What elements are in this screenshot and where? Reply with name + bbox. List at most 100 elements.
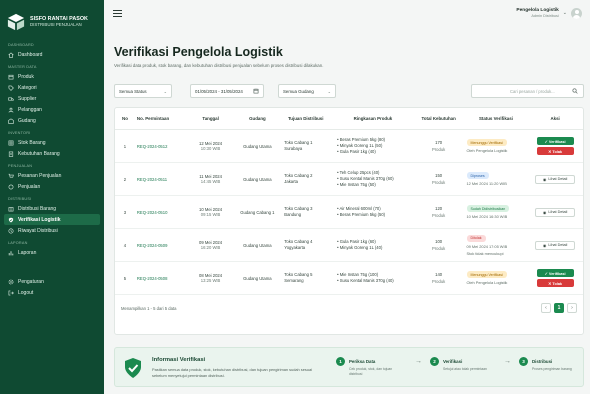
destination-city: Bandung — [284, 212, 302, 217]
warehouse-name: Gudang Utama — [243, 275, 272, 281]
destination-city: Jakarta — [284, 179, 299, 184]
product-summary: • Teh Celup 25pcs (40) • Susu Kental Mani… — [333, 170, 413, 189]
verify-button[interactable]: ✓ Verifikasi — [536, 269, 574, 277]
table-row: 2 REQ-2024-0511 11 Mei 2024 14:45 WIB Gudang… — [115, 163, 583, 196]
sidebar-item-sales[interactable]: Penjualan — [0, 181, 104, 192]
request-date: 10 Mei 2024 09:15 WIB — [185, 207, 237, 217]
status-note: Oleh Pengelola Logistik — [466, 280, 508, 285]
sidebar-item-needs[interactable]: Kebutuhan Barang — [0, 148, 104, 159]
sidebar-item-stock[interactable]: Stok Barang — [0, 137, 104, 148]
eye-icon: ◉ — [542, 242, 547, 248]
request-date: 09 Mei 2024 16:20 WIB — [185, 240, 237, 250]
total-need: 170 Produk — [413, 140, 465, 151]
section-sales: PENJUALAN — [8, 164, 33, 168]
sidebar-item-orders[interactable]: Pesanan Penjualan — [0, 170, 104, 181]
verify-button-label: ✓ Verifikasi — [544, 139, 566, 144]
product-summary: • Gula Pasir 1kg (60) • Minyak Goreng 1L … — [333, 239, 413, 252]
section-report: LAPORAN — [8, 241, 28, 245]
request-number-link[interactable]: REQ-2024-0510 — [135, 210, 185, 215]
request-number-link[interactable]: REQ-2024-0509 — [135, 243, 185, 248]
row-number: 3 — [123, 209, 127, 215]
verification-table: No No. Permintaan Tanggal Gudang Tujuan … — [114, 107, 584, 335]
hamburger-menu-icon[interactable] — [113, 9, 122, 17]
date-range-picker[interactable]: 01/05/2024 - 31/05/2024 — [190, 84, 264, 98]
sidebar-item-label: Pengaturan — [18, 278, 44, 285]
sidebar-item-dist-goods[interactable]: Distribusi Barang — [0, 203, 104, 214]
col-total: Total Kebutuhan — [421, 116, 456, 121]
verification-status: Menunggu Verifikasi Oleh Pengelola Logist… — [465, 271, 528, 285]
total-need: 120 Produk — [413, 206, 465, 217]
sidebar-item-settings[interactable]: Pengaturan — [0, 276, 104, 287]
sidebar-item-label: Kategori — [18, 84, 37, 91]
step-title: Periksa Data — [349, 359, 376, 364]
view-detail-button[interactable]: ◉ Lihat Detail — [535, 207, 576, 217]
verify-button[interactable]: ✓ Verifikasi — [536, 137, 574, 145]
status-filter[interactable]: Semua Status ⌄ — [114, 84, 172, 98]
sidebar-item-label: Pelanggan — [18, 106, 42, 113]
status-note: Oleh Pengelola Logistik — [466, 148, 508, 153]
warehouse-name: Gudang Utama — [243, 143, 272, 149]
calendar-icon — [253, 88, 259, 94]
sidebar-item-report[interactable]: Laporan — [0, 247, 104, 258]
step-number: 3 — [519, 357, 528, 366]
row-actions: ◉ Lihat Detail — [527, 207, 583, 217]
reject-button-label: ✕ Tolak — [548, 281, 563, 286]
sidebar-item-logout[interactable]: Logout — [0, 287, 104, 298]
sidebar-item-supplier[interactable]: Supplier — [0, 93, 104, 104]
page-title: Verifikasi Pengelola Logistik — [114, 45, 283, 59]
next-page-icon[interactable]: › — [567, 303, 577, 313]
search-input[interactable]: Cari pesanan / produk... — [471, 84, 584, 98]
time-text: 10:30 WIB — [200, 146, 221, 151]
row-actions: ◉ Lihat Detail — [527, 174, 583, 184]
request-date: 11 Mei 2024 14:45 WIB — [185, 174, 237, 184]
view-detail-button[interactable]: ◉ Lihat Detail — [535, 174, 576, 184]
info-description: Pastikan semua data produk, stok, kebutu… — [152, 367, 313, 379]
sidebar-item-label: Supplier — [18, 95, 37, 102]
user-menu[interactable]: Pengelola Logistik Admin Distribusi ⌄ — [516, 7, 582, 19]
sidebar-item-history[interactable]: Riwayat Distribusi — [0, 225, 104, 236]
brand[interactable]: SISFO RANTAI PASOK DISTRIBUSI PENJUALAN — [0, 0, 104, 42]
chart-icon — [8, 250, 14, 255]
topbar: Pengelola Logistik Admin Distribusi ⌄ — [104, 0, 590, 26]
sidebar-item-label: Produk — [18, 73, 34, 80]
reject-button[interactable]: ✕ Tolak — [536, 279, 574, 287]
verification-status: Menunggu Verifikasi Oleh Pengelola Logist… — [465, 139, 528, 153]
row-number: 5 — [123, 275, 127, 281]
col-actions: Aksi — [550, 116, 560, 121]
logout-icon — [8, 290, 14, 295]
sidebar-item-label: Dashboard — [18, 51, 43, 58]
view-detail-button[interactable]: ◉ Lihat Detail — [535, 240, 576, 250]
reject-button[interactable]: ✕ Tolak — [536, 147, 574, 155]
sidebar-item-product[interactable]: Produk — [0, 71, 104, 82]
col-products: Ringkasan Produk — [353, 116, 393, 121]
sidebar-item-customer[interactable]: Pelanggan — [0, 104, 104, 115]
package-icon — [8, 206, 14, 211]
step-description: Cek produk, stok, dan tujuan distribusi — [349, 367, 393, 377]
page-button[interactable]: 1 — [554, 303, 564, 313]
avatar[interactable] — [571, 7, 582, 19]
sidebar-item-category[interactable]: Kategori — [0, 82, 104, 93]
view-detail-button-label: Lihat Detail — [548, 243, 568, 247]
col-request: No. Permintaan — [136, 116, 170, 121]
sidebar-item-warehouse[interactable]: Gudang — [0, 115, 104, 126]
product-summary: • Mie Instan 75g (100) • Susu Kental Mani… — [333, 272, 413, 285]
destination-city: Semarang — [284, 278, 304, 283]
chevron-down-icon: ⌄ — [163, 88, 167, 94]
request-number-link[interactable]: REQ-2024-0508 — [135, 276, 185, 281]
sidebar-item-verify[interactable]: Verifikasi Logistik — [4, 214, 100, 225]
arrow-right-icon: → — [504, 358, 511, 365]
total-need: 150 Produk — [413, 173, 465, 184]
time-text: 16:20 WIB — [200, 245, 221, 250]
prev-page-icon[interactable]: ‹ — [541, 303, 551, 313]
warehouse-filter[interactable]: Semua Gudang ⌄ — [278, 84, 336, 98]
status-badge: Menunggu Verifikasi — [466, 139, 507, 146]
request-number-link[interactable]: REQ-2024-0512 — [135, 144, 185, 149]
chevron-down-icon: ⌄ — [562, 10, 567, 16]
sidebar: SISFO RANTAI PASOK DISTRIBUSI PENJUALAN … — [0, 0, 104, 394]
request-number-link[interactable]: REQ-2024-0511 — [135, 177, 185, 182]
step-check-data: 1 Periksa Data Cek produk, stok, dan tuju… — [336, 357, 403, 377]
row-number: 2 — [123, 176, 127, 182]
sidebar-item-dashboard[interactable]: Dashboard — [0, 49, 104, 60]
destination: Toko Cabang 1 Surabaya — [278, 140, 333, 153]
page-subtitle: Verifikasi data produk, stok barang, dan… — [114, 63, 324, 68]
